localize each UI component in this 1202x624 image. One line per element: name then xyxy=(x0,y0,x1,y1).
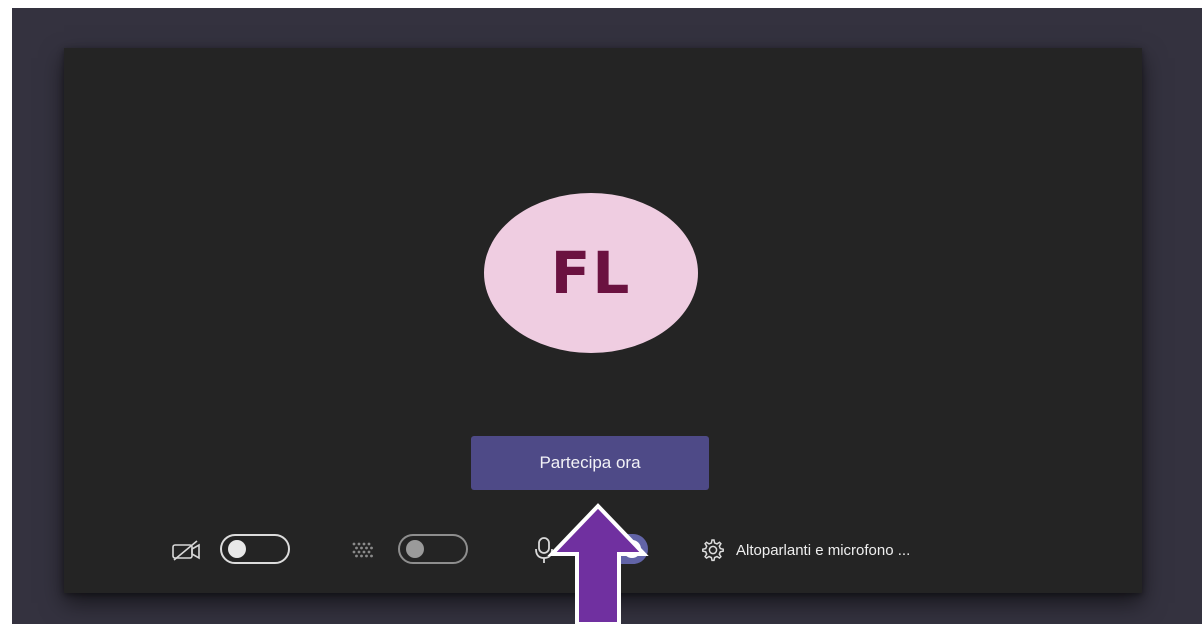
camera-off-icon[interactable] xyxy=(170,538,204,562)
background-blur-icon[interactable] xyxy=(351,540,377,560)
camera-toggle-knob xyxy=(228,540,246,558)
arrow-up-annotation xyxy=(547,503,649,624)
gear-icon xyxy=(702,539,724,562)
device-settings-label: Altoparlanti e microfono ... xyxy=(736,541,911,559)
avatar-initials: FL xyxy=(550,239,632,307)
avatar: FL xyxy=(484,193,698,353)
camera-toggle[interactable] xyxy=(220,534,290,564)
background-blur-toggle-knob xyxy=(406,540,424,558)
background-blur-toggle[interactable] xyxy=(398,534,468,564)
device-settings-button[interactable]: Altoparlanti e microfono ... xyxy=(700,535,910,565)
join-now-button[interactable]: Partecipa ora xyxy=(471,436,709,490)
